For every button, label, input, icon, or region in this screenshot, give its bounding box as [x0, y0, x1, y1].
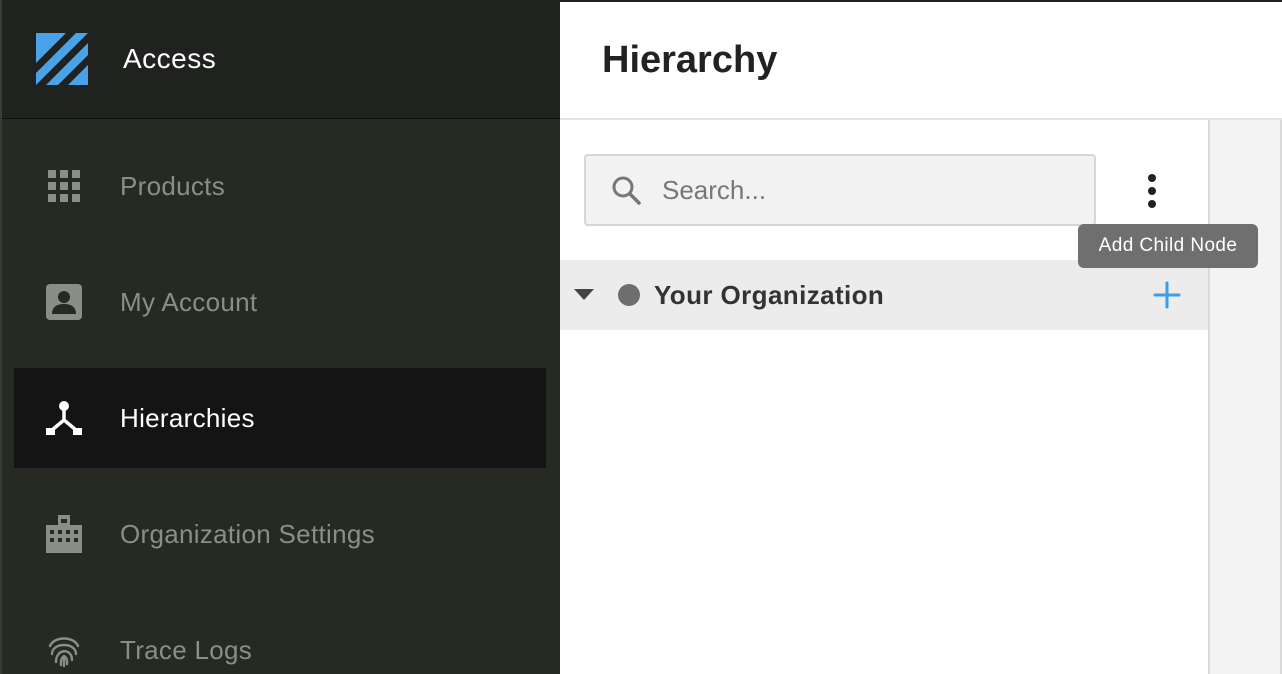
- right-side-panel: [1208, 120, 1282, 674]
- access-logo[interactable]: [36, 33, 88, 85]
- more-options-button[interactable]: [1138, 170, 1166, 212]
- grid-icon: [46, 168, 82, 204]
- sidebar-item-trace-logs[interactable]: Trace Logs: [14, 600, 546, 674]
- search-input[interactable]: [662, 174, 1062, 206]
- search-icon: [612, 176, 641, 205]
- app-title: Access: [123, 43, 217, 74]
- sidebar-item-label: Trace Logs: [120, 634, 253, 665]
- node-status-dot: [618, 284, 640, 306]
- sidebar-item-organization-settings[interactable]: Organization Settings: [14, 484, 546, 584]
- tree-node-root[interactable]: Your Organization: [560, 260, 1208, 330]
- main-content: Hierarchy Your Organization Add: [560, 0, 1282, 674]
- sidebar-item-label: Products: [120, 170, 226, 201]
- sidebar-header: Access: [2, 0, 560, 119]
- caret-down-icon[interactable]: [574, 285, 594, 305]
- sidebar: Access Products My Account Hierarchies O…: [0, 0, 560, 674]
- account-box-icon: [46, 284, 82, 320]
- add-child-node-button[interactable]: [1152, 280, 1182, 310]
- building-icon: [46, 515, 82, 553]
- sidebar-item-label: Hierarchies: [120, 402, 255, 433]
- hierarchy-panel: Your Organization: [560, 120, 1208, 674]
- add-child-node-tooltip: Add Child Node: [1078, 224, 1258, 268]
- sidebar-item-label: Organization Settings: [120, 518, 375, 549]
- page-title: Hierarchy: [602, 38, 778, 81]
- fingerprint-icon: [46, 632, 82, 668]
- sidebar-item-my-account[interactable]: My Account: [14, 252, 546, 352]
- sidebar-item-label: My Account: [120, 286, 258, 317]
- search-box[interactable]: [584, 154, 1096, 226]
- tree-node-label: Your Organization: [654, 279, 885, 310]
- top-bar: Hierarchy: [560, 0, 1282, 120]
- more-vert-icon: [1148, 174, 1156, 182]
- sidebar-item-products[interactable]: Products: [14, 136, 546, 236]
- sidebar-item-hierarchies[interactable]: Hierarchies: [14, 368, 546, 468]
- hierarchy-icon: [46, 400, 82, 436]
